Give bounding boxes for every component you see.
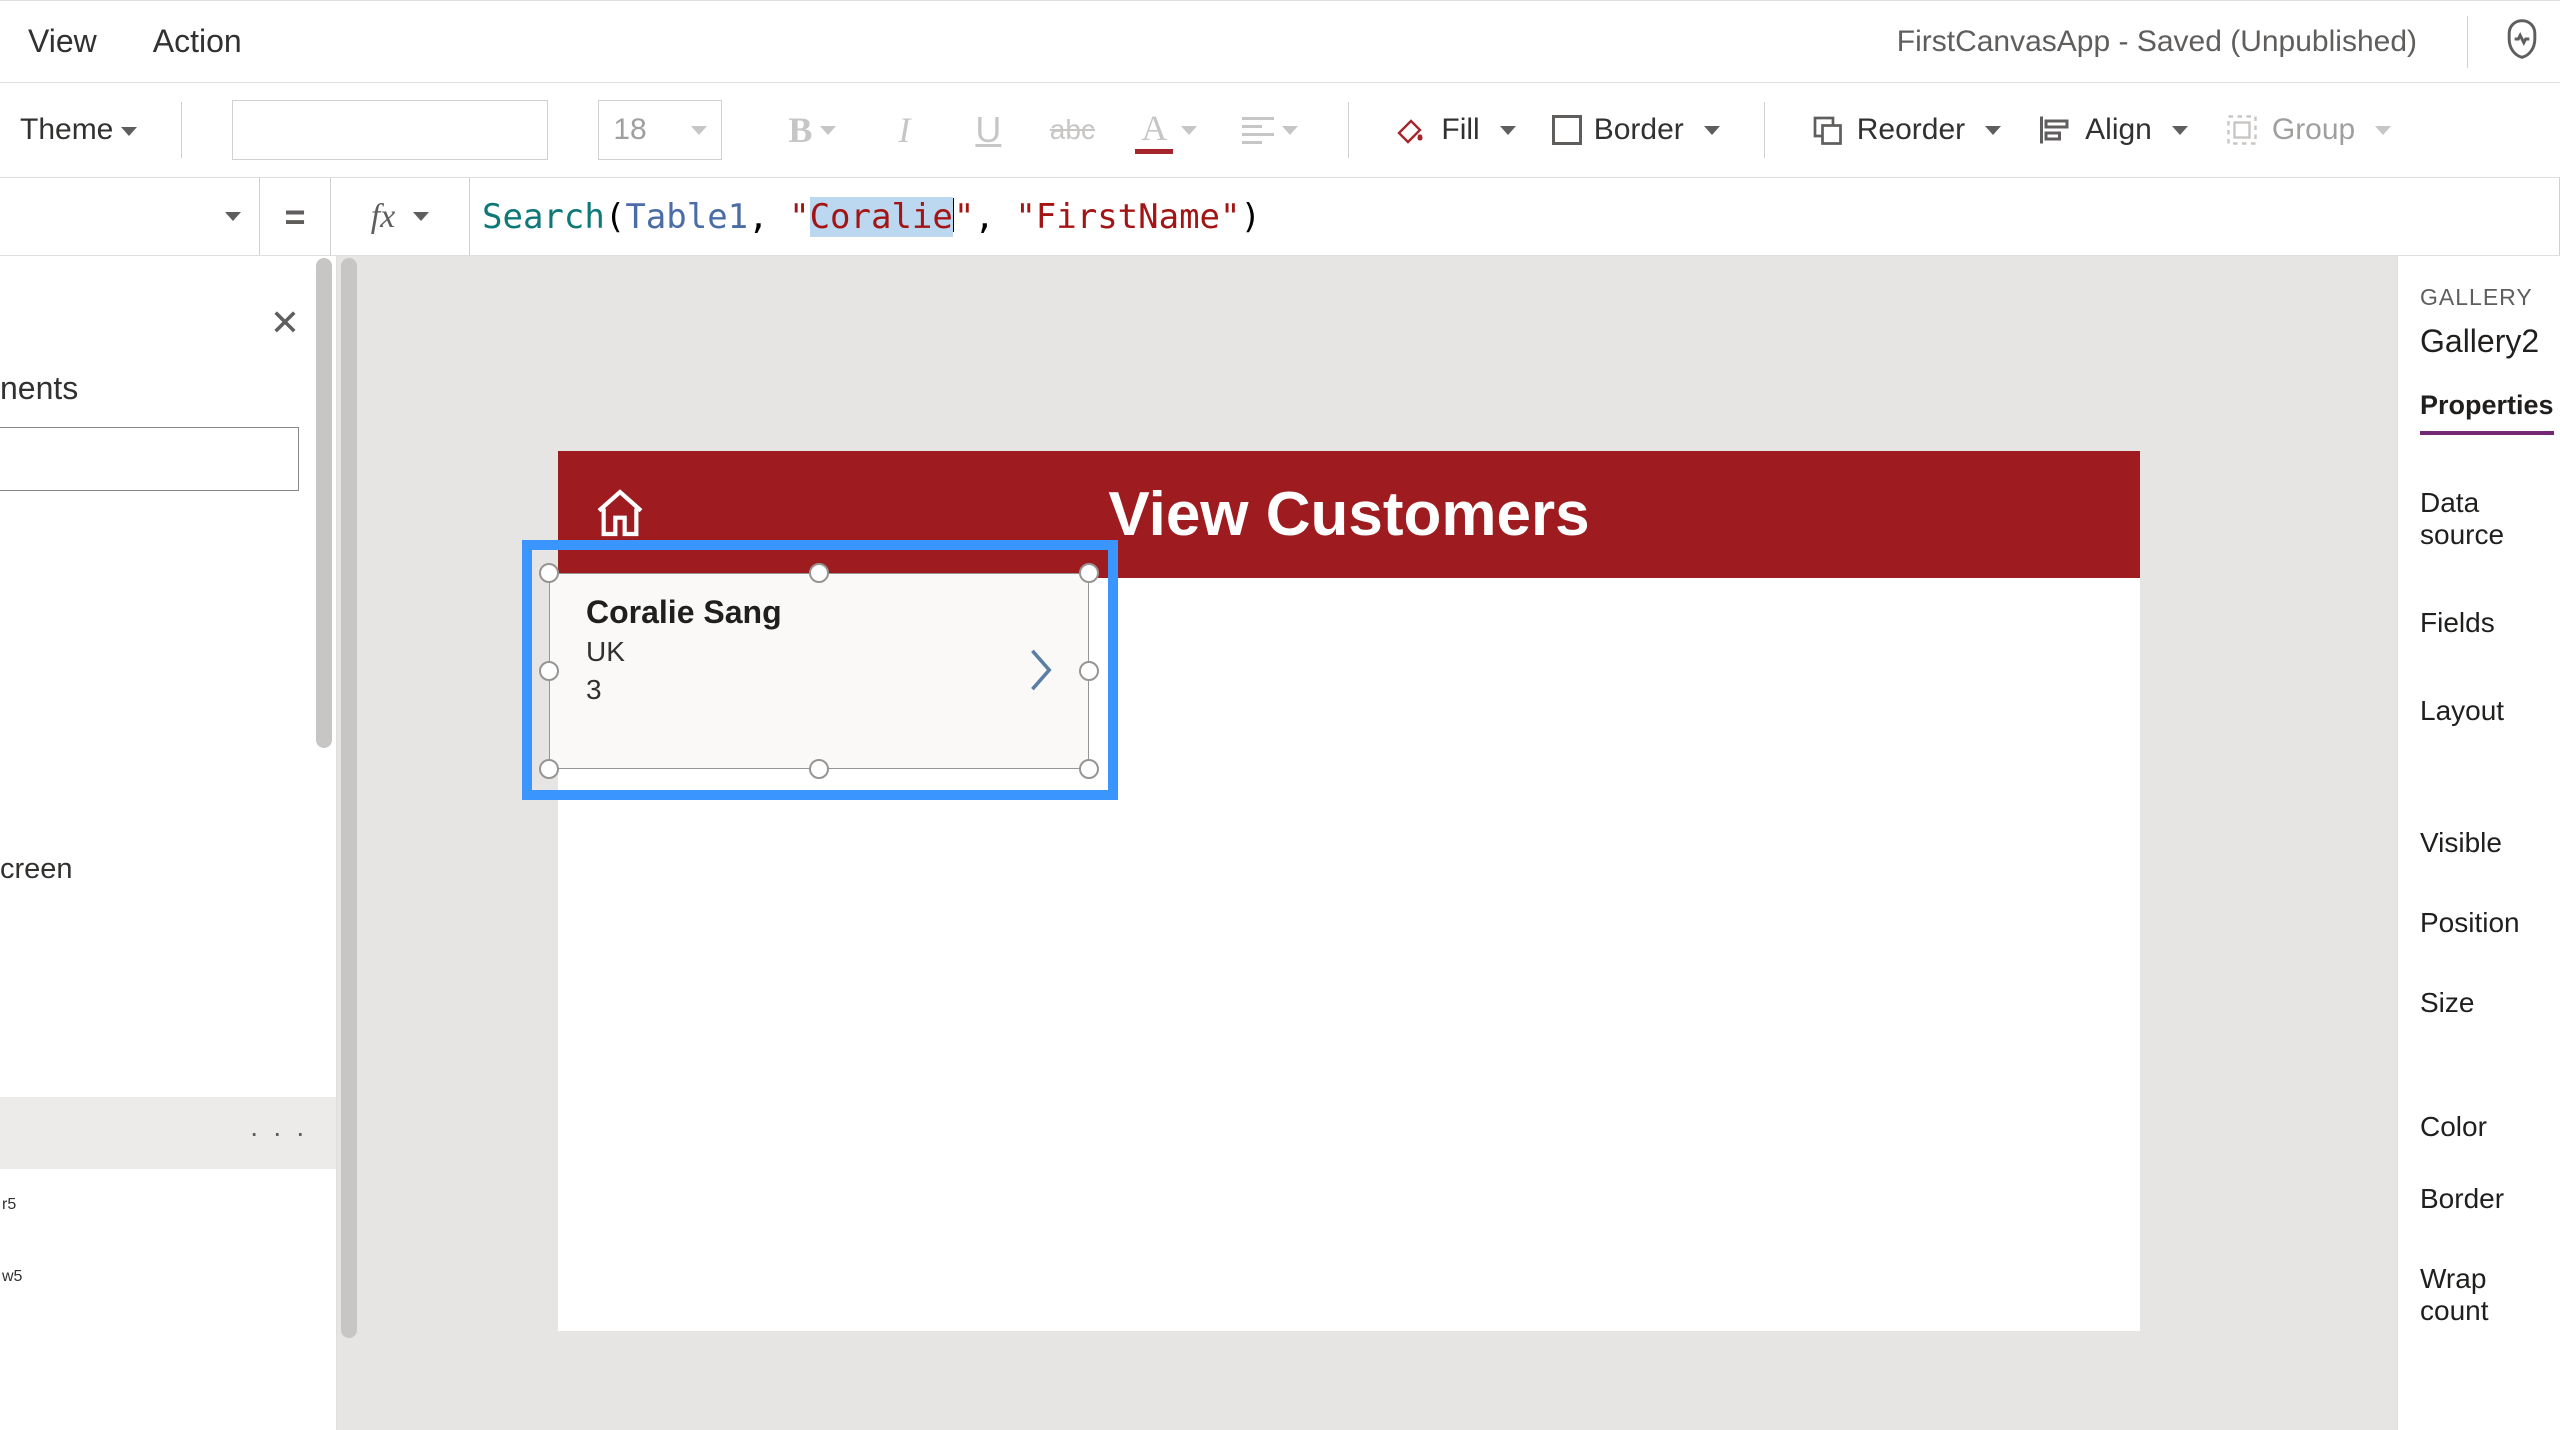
strikethrough-button[interactable]: abc	[1040, 100, 1104, 160]
fx-button[interactable]: fx	[330, 178, 470, 255]
divider	[181, 102, 182, 158]
tree-search-input[interactable]	[0, 427, 299, 491]
italic-button[interactable]: I	[872, 100, 936, 160]
app-title: FirstCanvasApp - Saved (Unpublished)	[1897, 25, 2435, 59]
close-icon[interactable]: ✕	[270, 302, 300, 344]
reorder-button[interactable]: Reorder	[1801, 112, 2009, 148]
tree-view-panel: ✕ nents creen · · · r5 w5	[0, 256, 337, 1430]
app-checker-icon[interactable]	[2500, 17, 2544, 66]
group-button[interactable]: Group	[2216, 112, 2399, 148]
properties-panel: GALLERY Gallery2 Properties Data source …	[2397, 256, 2560, 1430]
menu-bar: View Action FirstCanvasApp - Saved (Unpu…	[0, 0, 2560, 82]
workspace: ✕ nents creen · · · r5 w5	[0, 256, 2560, 1430]
prop-visible[interactable]: Visible	[2420, 799, 2560, 887]
prop-color[interactable]: Color	[2420, 1091, 2560, 1163]
selection-outline	[522, 540, 1118, 800]
props-category: GALLERY	[2420, 284, 2560, 311]
property-dropdown[interactable]	[0, 178, 260, 255]
text-align-button[interactable]	[1228, 100, 1312, 160]
prop-position[interactable]: Position	[2420, 887, 2560, 959]
tree-item-w5[interactable]: w5	[0, 1241, 336, 1313]
underline-button[interactable]: U	[956, 100, 1020, 160]
canvas[interactable]: View Customers Coralie Sang UK 3	[337, 256, 2397, 1430]
menu-action[interactable]: Action	[125, 23, 270, 60]
tree-item-r5[interactable]: r5	[0, 1169, 336, 1241]
border-button[interactable]: Border	[1544, 113, 1728, 147]
divider	[1764, 102, 1765, 158]
scrollbar[interactable]	[337, 256, 361, 1430]
tree-tab-components[interactable]: nents	[0, 370, 336, 407]
props-control-name: Gallery2	[2420, 323, 2560, 360]
prop-border[interactable]: Border	[2420, 1163, 2560, 1235]
prop-data-source[interactable]: Data source	[2420, 459, 2560, 579]
prop-size[interactable]: Size	[2420, 959, 2560, 1047]
equals-label: =	[260, 178, 330, 255]
home-icon[interactable]	[592, 485, 648, 546]
fill-button[interactable]: Fill	[1385, 112, 1523, 148]
tree-item-selected[interactable]: · · ·	[0, 1097, 336, 1169]
scrollbar[interactable]	[312, 256, 336, 1430]
tree-item-screen[interactable]: creen	[0, 833, 336, 905]
menu-view[interactable]: View	[0, 23, 125, 60]
prop-wrap-count[interactable]: Wrap count	[2420, 1235, 2560, 1355]
align-button[interactable]: Align	[2029, 112, 2196, 148]
font-family-select[interactable]	[232, 100, 548, 160]
prop-fields[interactable]: Fields	[2420, 579, 2560, 667]
font-size-select[interactable]: 18	[598, 100, 722, 160]
bold-button[interactable]: B	[772, 100, 852, 160]
font-color-button[interactable]: A	[1124, 100, 1208, 160]
divider	[2467, 16, 2468, 68]
divider	[1348, 102, 1349, 158]
toolbar: Theme 18 B I U abc A Fill Border	[0, 82, 2560, 178]
tab-properties[interactable]: Properties	[2420, 390, 2554, 435]
prop-layout[interactable]: Layout	[2420, 667, 2560, 755]
formula-input[interactable]: Search(Table1, "Coralie", "FirstName")	[470, 178, 2560, 255]
formula-bar: = fx Search(Table1, "Coralie", "FirstNam…	[0, 178, 2560, 256]
theme-dropdown[interactable]: Theme	[10, 113, 145, 147]
